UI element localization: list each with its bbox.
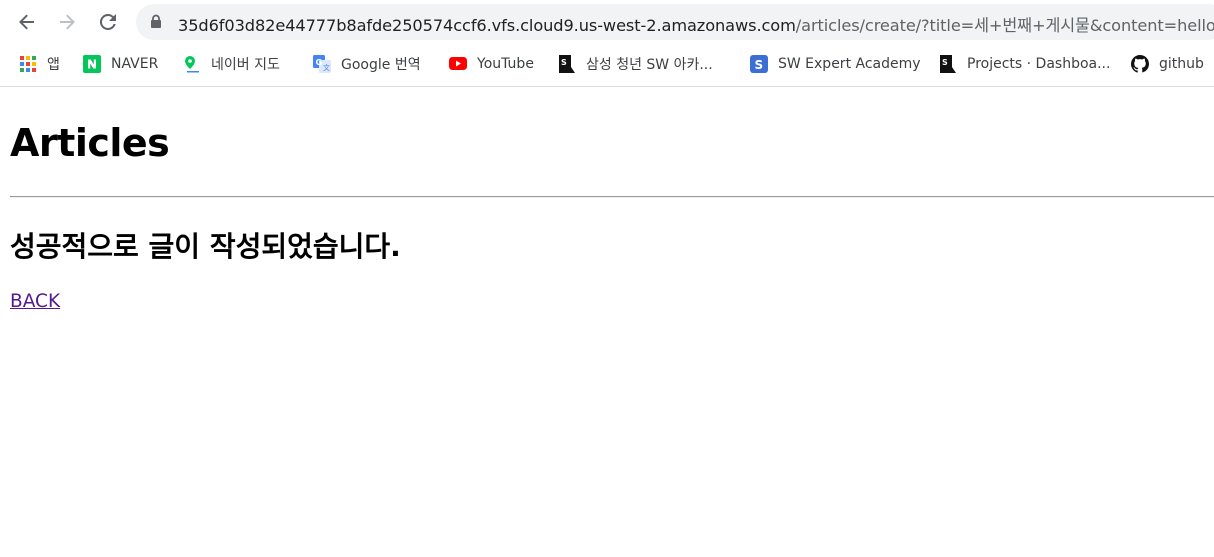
bookmark-naver-map[interactable]: 네이버 지도 xyxy=(183,53,280,75)
lock-icon xyxy=(151,14,161,28)
bookmark-label: YouTube xyxy=(477,56,534,72)
browser-toolbar: 35d6f03d82e44777b8afde250574ccf6.vfs.clo… xyxy=(0,0,1214,44)
success-message: 성공적으로 글이 작성되었습니다. xyxy=(10,230,401,263)
bookmark-label: github xyxy=(1159,56,1204,72)
map-pin-icon xyxy=(183,55,201,73)
url-text[interactable]: 35d6f03d82e44777b8afde250574ccf6.vfs.clo… xyxy=(178,12,1214,36)
github-icon xyxy=(1131,55,1149,73)
bookmarks-bar: 앱 NAVER 네이버 지도 G文 Google 번역 YouTube S 삼성… xyxy=(0,44,1214,86)
reload-button[interactable] xyxy=(96,10,120,34)
bookmark-sw-expert-academy[interactable]: S SW Expert Academy xyxy=(750,53,921,75)
svg-text:S: S xyxy=(942,58,948,67)
bookmark-label: 삼성 청년 SW 아카... xyxy=(586,57,713,73)
back-link[interactable]: BACK xyxy=(10,291,60,312)
divider xyxy=(10,196,1214,198)
bookmark-github[interactable]: github xyxy=(1131,53,1204,75)
arrow-left-icon xyxy=(19,14,34,30)
bookmark-label: 네이버 지도 xyxy=(211,57,280,73)
google-translate-icon: G文 xyxy=(313,55,331,73)
bookmark-youtube[interactable]: YouTube xyxy=(449,53,534,75)
svg-text:S: S xyxy=(755,58,764,72)
swea-icon: S xyxy=(750,55,768,73)
bookmark-ssafy[interactable]: S 삼성 청년 SW 아카... xyxy=(558,53,713,75)
bookmark-projects-dashboard[interactable]: S Projects · Dashboa... xyxy=(939,53,1110,75)
url-host: 35d6f03d82e44777b8afde250574ccf6.vfs.clo… xyxy=(178,16,796,35)
bookmark-label: 앱 xyxy=(47,57,60,73)
bookmark-apps[interactable]: 앱 xyxy=(19,53,60,75)
svg-text:文: 文 xyxy=(323,63,330,72)
bookmark-label: NAVER xyxy=(111,56,159,72)
forward-button[interactable] xyxy=(55,10,79,34)
bookmark-label: Projects · Dashboa... xyxy=(967,56,1111,72)
svg-text:S: S xyxy=(561,58,567,67)
bookmark-label: SW Expert Academy xyxy=(778,56,921,72)
address-bar[interactable]: 35d6f03d82e44777b8afde250574ccf6.vfs.clo… xyxy=(136,4,1214,40)
page-title: Articles xyxy=(10,121,170,165)
back-button[interactable] xyxy=(15,10,39,34)
browser-chrome: 35d6f03d82e44777b8afde250574ccf6.vfs.clo… xyxy=(0,0,1214,87)
svg-text:G: G xyxy=(316,58,323,67)
ssafy-icon: S xyxy=(939,55,957,73)
ssafy-icon: S xyxy=(558,55,576,73)
arrow-right-icon xyxy=(60,14,75,30)
bookmark-label: Google 번역 xyxy=(341,57,421,73)
youtube-icon xyxy=(449,55,467,73)
naver-icon xyxy=(83,55,101,73)
apps-grid-icon xyxy=(19,55,37,73)
bookmark-google-translate[interactable]: G文 Google 번역 xyxy=(313,53,421,75)
url-path: /articles/create/?title=세+번째+게시물&content… xyxy=(795,16,1214,35)
bookmark-naver[interactable]: NAVER xyxy=(83,53,158,75)
reload-icon xyxy=(99,13,116,30)
